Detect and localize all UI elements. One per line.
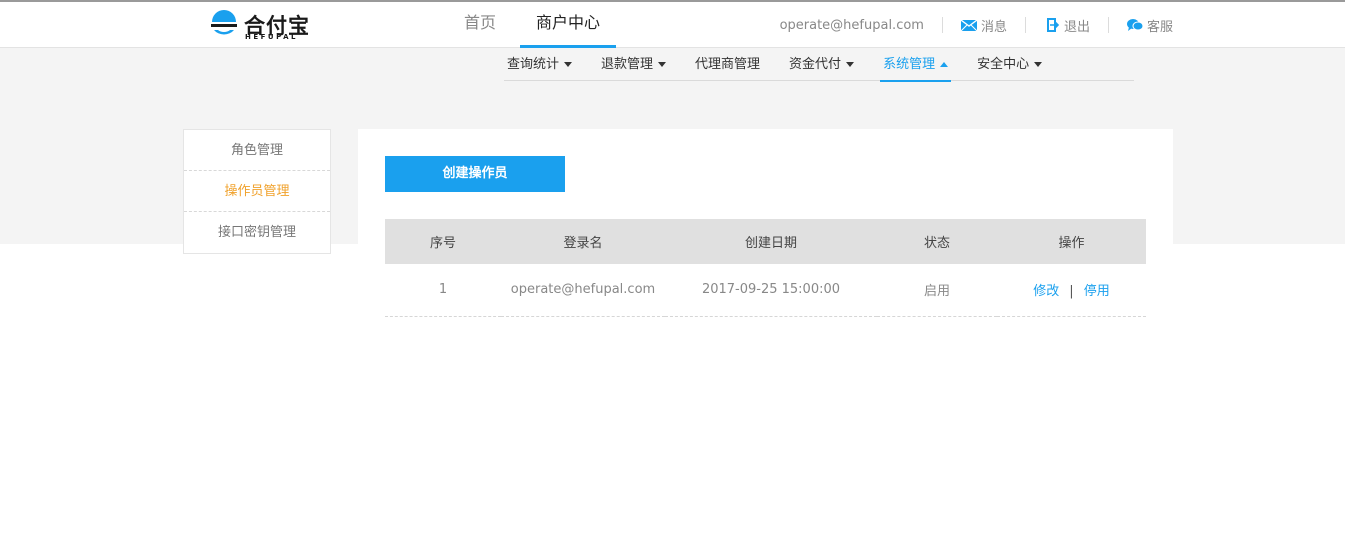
- subnav-label: 退款管理: [601, 56, 654, 72]
- messages-link[interactable]: 消息: [943, 16, 1025, 35]
- logout-link[interactable]: 退出: [1026, 16, 1108, 35]
- subnav-fund-payment[interactable]: 资金代付: [786, 48, 857, 81]
- logout-label: 退出: [1063, 19, 1090, 35]
- cell-created: 2017-09-25 15:00:00: [665, 264, 877, 317]
- main-nav: 首页 商户中心: [448, 2, 624, 48]
- tab-home[interactable]: 首页: [448, 2, 512, 48]
- subnav-label: 查询统计: [507, 56, 560, 72]
- chat-bubbles-icon: [1126, 19, 1143, 31]
- mail-icon: [960, 19, 977, 32]
- create-operator-button[interactable]: 创建操作员: [385, 156, 565, 192]
- user-bar: operate@hefupal.com 消息 退出 客服: [780, 2, 1173, 48]
- top-bar: 合付宝 HEFUPAL 首页 商户中心 operate@hefupal.com …: [0, 0, 1345, 48]
- logo[interactable]: 合付宝 HEFUPAL: [208, 8, 318, 44]
- operator-table: 序号 登录名 创建日期 状态 操作 1 operate@hefupal.com …: [385, 219, 1146, 317]
- subnav-refund-management[interactable]: 退款管理: [598, 48, 669, 81]
- caret-up-icon: [940, 62, 949, 67]
- subnav-label: 资金代付: [789, 56, 842, 72]
- column-header-login: 登录名: [501, 219, 665, 264]
- column-header-created: 创建日期: [665, 219, 877, 264]
- column-header-index: 序号: [385, 219, 501, 264]
- column-header-actions: 操作: [997, 219, 1146, 264]
- caret-down-icon: [564, 62, 573, 67]
- column-header-status: 状态: [877, 219, 997, 264]
- subnav-security-center[interactable]: 安全中心: [974, 48, 1045, 81]
- caret-down-icon: [658, 62, 667, 67]
- subnav-label: 安全中心: [977, 56, 1030, 72]
- user-email: operate@hefupal.com: [779, 17, 924, 33]
- subnav-system-management[interactable]: 系统管理: [880, 48, 952, 82]
- edit-link[interactable]: 修改: [1033, 284, 1059, 299]
- cell-index: 1: [385, 264, 501, 317]
- logo-icon: [211, 10, 237, 35]
- logout-icon: [1046, 18, 1060, 32]
- subnav-agent-management[interactable]: 代理商管理: [692, 48, 763, 81]
- subnav-query-stats[interactable]: 查询统计: [504, 48, 575, 81]
- table-row: 1 operate@hefupal.com 2017-09-25 15:00:0…: [385, 264, 1146, 317]
- sidebar-item-api-key-management[interactable]: 接口密钥管理: [184, 212, 330, 253]
- cell-login: operate@hefupal.com: [501, 264, 665, 317]
- side-menu: 角色管理 操作员管理 接口密钥管理: [183, 129, 331, 254]
- disable-link[interactable]: 停用: [1084, 284, 1110, 299]
- action-separator: |: [1069, 284, 1074, 300]
- caret-down-icon: [1034, 62, 1043, 67]
- customer-service-link[interactable]: 客服: [1109, 16, 1173, 35]
- messages-label: 消息: [980, 19, 1007, 35]
- tab-merchant-center[interactable]: 商户中心: [520, 2, 617, 48]
- sub-nav: 查询统计 退款管理 代理商管理 资金代付 系统管理 安全中心: [504, 48, 1134, 82]
- subnav-label: 代理商管理: [695, 56, 761, 72]
- caret-down-icon: [846, 62, 855, 67]
- main-content: 创建操作员 序号 登录名 创建日期 状态 操作 1 operate@hefupa…: [358, 129, 1173, 329]
- logo-subtext: HEFUPAL: [245, 33, 298, 41]
- subnav-label: 系统管理: [883, 56, 936, 72]
- customer-service-label: 客服: [1146, 19, 1173, 35]
- cell-actions: 修改 | 停用: [997, 264, 1146, 317]
- sidebar-item-role-management[interactable]: 角色管理: [184, 130, 330, 171]
- table-header-row: 序号 登录名 创建日期 状态 操作: [385, 219, 1146, 264]
- sidebar-item-operator-management[interactable]: 操作员管理: [184, 171, 330, 212]
- cell-status: 启用: [877, 264, 997, 317]
